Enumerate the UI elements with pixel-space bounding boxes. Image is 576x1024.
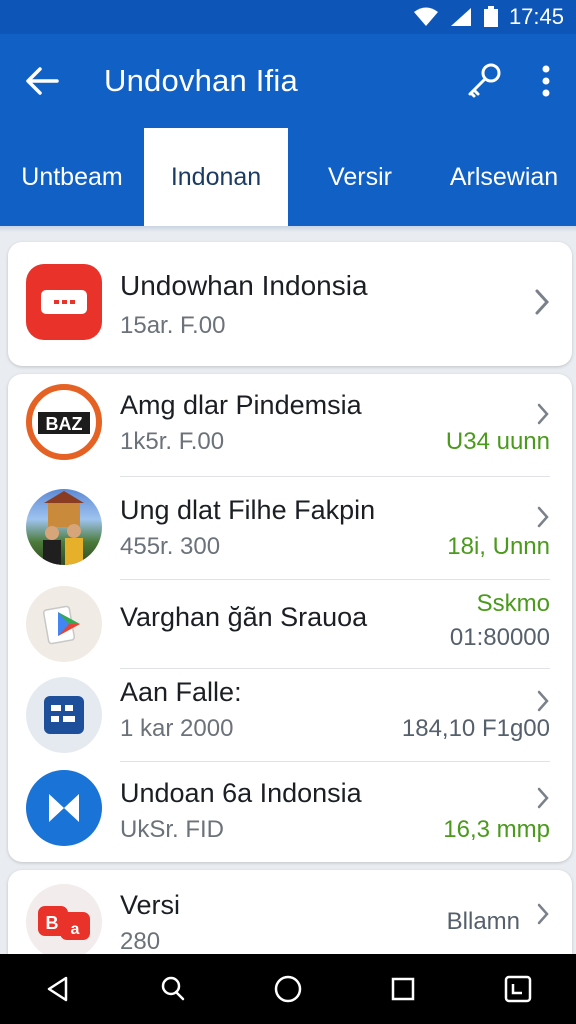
back-button[interactable] (0, 34, 84, 128)
nav-recents-button[interactable] (373, 959, 433, 1019)
list-item[interactable]: Ung dlat Filhe Fakpin 455r. 300 18i, Unn… (8, 477, 572, 579)
svg-text:B: B (46, 913, 59, 933)
chevron-right-icon (537, 903, 549, 925)
item-name: Varghan ğãn Srauoa (120, 602, 368, 632)
arrow-back-icon (26, 67, 59, 95)
item-name: Versi (120, 890, 181, 920)
svg-text:BAZ: BAZ (46, 414, 83, 434)
nav-search-button[interactable] (143, 959, 203, 1019)
page-title: Undovhan Ifia (104, 63, 298, 98)
document-icon (26, 677, 102, 753)
item-name: Undoan 6a Indonsia (120, 778, 362, 808)
item-value: Bllamn (446, 908, 520, 935)
chevron-right-icon (537, 787, 549, 809)
tab-indonan[interactable]: Indonan (144, 128, 288, 226)
list-item[interactable]: Undowhan Indonsia 15ar. F.00 (8, 242, 572, 366)
tab-arlsewian[interactable]: Arlsewian (432, 128, 576, 226)
list-item[interactable]: Varghan ğãn Srauoa Sskmo 01:80000 (8, 580, 572, 668)
nav-back-button[interactable] (28, 959, 88, 1019)
status-bar: 17:45 (0, 0, 576, 34)
item-sub: 1 kar 2000 (120, 715, 234, 742)
item-sub: 1k5r. F.00 (120, 428, 225, 455)
main-list-card: BAZ Amg dlar Pindemsia 1k5r. F.00 U34 uu… (8, 374, 572, 862)
media-play-icon (26, 770, 102, 846)
play-store-icon (26, 586, 102, 662)
translate-icon: Ba (26, 884, 102, 960)
item-sub: 15ar. F.00 (120, 312, 226, 339)
item-value: 16,3 mmp (443, 816, 550, 843)
wifi-icon (413, 7, 438, 26)
more-options-button[interactable] (516, 34, 576, 128)
recents-square-icon (391, 977, 415, 1001)
photo-avatar-icon (26, 489, 102, 565)
list-item[interactable]: Aan Falle: 1 kar 2000 184,10 F1g00 (8, 669, 572, 761)
system-nav-bar (0, 954, 576, 1024)
item-value: Sskmo (476, 590, 550, 617)
app-bar: Undovhan Ifia (0, 34, 576, 128)
status-time: 17:45 (508, 4, 564, 29)
key-icon (468, 63, 501, 98)
item-value: U34 uunn (445, 428, 550, 455)
item-name: Undowhan Indonsia (120, 270, 368, 301)
battery-icon (483, 6, 498, 27)
video-player-icon (26, 264, 102, 340)
item-sub: 280 (120, 928, 161, 955)
list-item[interactable]: BAZ Amg dlar Pindemsia 1k5r. F.00 U34 uu… (8, 374, 572, 476)
chevron-right-icon (537, 506, 549, 528)
more-vert-icon (542, 65, 550, 97)
chevron-right-icon (535, 289, 550, 315)
list-item[interactable]: Undoan 6a Indonsia UkSr. FID 16,3 mmp (8, 762, 572, 862)
item-name: Amg dlar Pindemsia (120, 390, 362, 420)
home-circle-icon (274, 975, 302, 1003)
svg-text:a: a (71, 921, 80, 938)
signal-icon (450, 8, 471, 26)
tab-versir[interactable]: Versir (288, 128, 432, 226)
item-sub: 01:80000 (449, 624, 550, 651)
featured-card[interactable]: Undowhan Indonsia 15ar. F.00 (8, 242, 572, 366)
item-sub: 455r. 300 (120, 533, 221, 560)
item-name: Ung dlat Filhe Fakpin (120, 495, 376, 525)
tab-bar: Untbeam Indonan Versir Arlsewian (0, 128, 576, 226)
badge-logo-icon: BAZ (26, 384, 102, 460)
chevron-right-icon (537, 690, 549, 712)
item-value: 184,10 F1g00 (401, 715, 550, 742)
item-value: 18i, Unnn (447, 533, 550, 560)
screenshot-icon (505, 975, 532, 1003)
triangle-back-icon (47, 976, 67, 1002)
tab-shadow (0, 226, 576, 232)
tab-untbeam[interactable]: Untbeam (0, 128, 144, 226)
chevron-right-icon (537, 403, 549, 425)
nav-screenshot-button[interactable] (488, 959, 548, 1019)
item-sub: UkSr. FID (120, 816, 225, 843)
search-icon (161, 976, 185, 1001)
key-button[interactable] (452, 34, 516, 128)
item-name: Aan Falle: (120, 677, 242, 707)
nav-home-button[interactable] (258, 959, 318, 1019)
